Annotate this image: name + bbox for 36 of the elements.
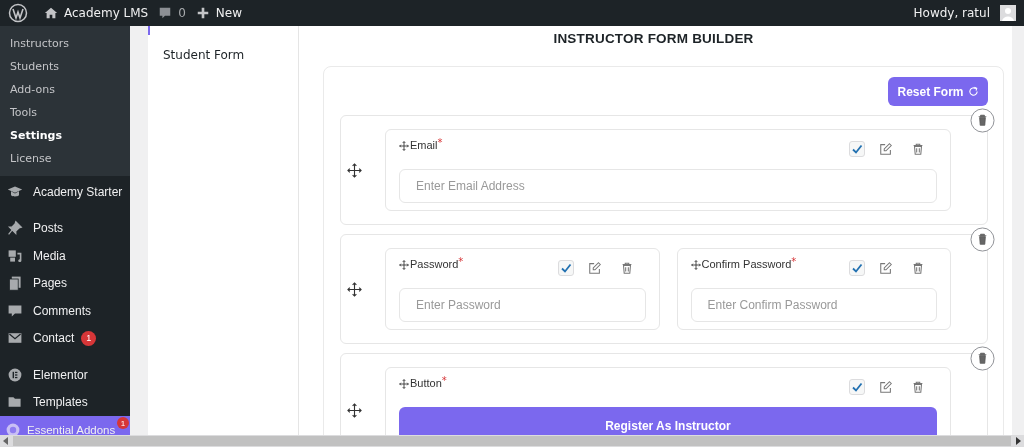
required-mark: * <box>458 256 464 267</box>
new-link[interactable]: New <box>215 6 243 20</box>
input-field[interactable]: Enter Password <box>399 288 646 322</box>
sidebar-item[interactable]: Essential Addons 1 <box>0 416 130 435</box>
submenu-item[interactable]: Add-ons <box>0 78 130 101</box>
submenu-item[interactable]: Students <box>0 55 130 78</box>
register-button[interactable]: Register As Instructor <box>399 407 937 435</box>
comments-count[interactable]: 0 <box>178 6 186 20</box>
field-label: Password <box>410 258 459 270</box>
sidebar-item[interactable]: Media <box>0 242 130 270</box>
input-field[interactable]: Enter Email Address <box>399 169 937 203</box>
builder-title: INSTRUCTOR FORM BUILDER <box>552 31 755 46</box>
sidebar-item[interactable]: Elementor <box>0 361 130 389</box>
notification-count: 1 <box>81 330 97 346</box>
form-tab[interactable]: Student Form <box>148 48 298 62</box>
notification-count: 1 <box>117 417 129 429</box>
submenu-item[interactable]: Instructors <box>0 32 130 55</box>
sidebar-item[interactable]: Posts <box>0 214 130 242</box>
submenu-item[interactable]: Settings <box>0 124 130 147</box>
reset-form-button[interactable]: Reset Form <box>888 77 988 106</box>
field-label: Button <box>410 377 442 389</box>
required-mark: * <box>791 256 797 267</box>
sidebar-item[interactable]: Academy Starter <box>0 178 130 206</box>
required-mark: * <box>441 375 447 386</box>
sidebar-item[interactable]: Templates <box>0 388 130 416</box>
submenu-item[interactable]: Tools <box>0 101 130 124</box>
field-label: Email <box>410 139 438 151</box>
input-field[interactable]: Enter Confirm Password <box>690 288 937 322</box>
site-name-link[interactable]: Academy LMS <box>64 6 149 20</box>
greeting-link[interactable]: Howdy, ratul <box>913 6 990 20</box>
sidebar-item[interactable]: Contact 1 <box>0 324 130 352</box>
sidebar-item[interactable]: Pages <box>0 269 130 297</box>
field-label: Confirm Password <box>701 258 792 270</box>
required-mark: * <box>437 137 443 148</box>
sidebar-item[interactable]: Comments <box>0 297 130 325</box>
submenu-item[interactable]: License <box>0 147 130 170</box>
